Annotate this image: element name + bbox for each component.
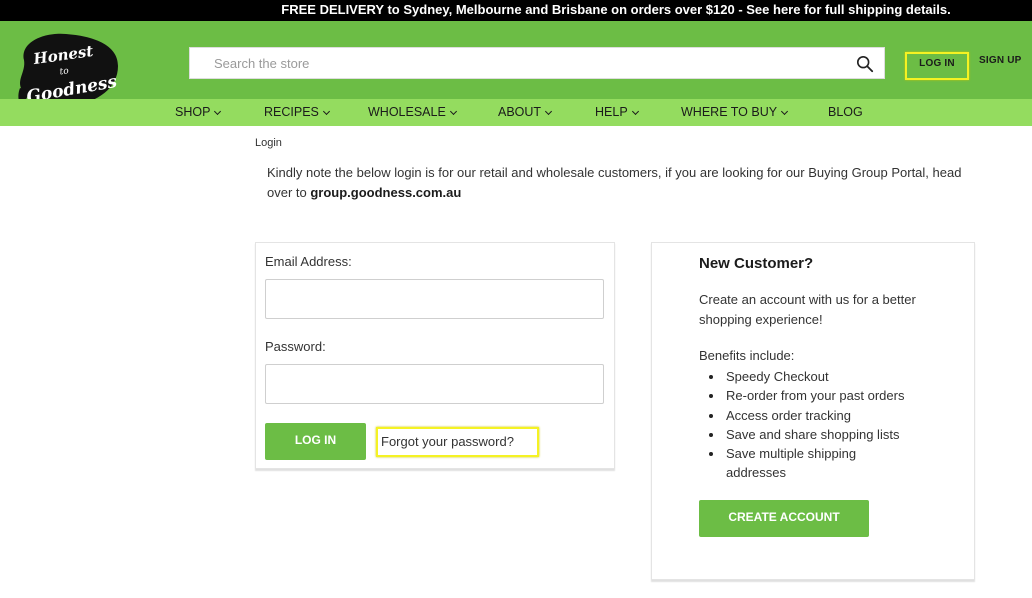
chevron-down-icon — [781, 107, 789, 116]
nav-item-wholesale[interactable]: WHOLESALE — [368, 105, 457, 119]
search-bar[interactable] — [189, 47, 885, 79]
buying-group-link[interactable]: group.goodness.com.au — [310, 185, 461, 200]
password-field[interactable] — [265, 364, 604, 404]
breadcrumb-current: Login — [255, 137, 282, 149]
chevron-down-icon — [449, 107, 457, 116]
nav-label: HELP — [595, 105, 628, 119]
create-account-label: CREATE ACCOUNT — [728, 510, 840, 524]
nav-label: ABOUT — [498, 105, 542, 119]
email-label: Email Address: — [265, 254, 352, 269]
search-icon[interactable] — [856, 55, 874, 73]
login-button-label: LOG IN — [294, 433, 337, 447]
new-customer-card: New Customer? Create an account with us … — [651, 242, 975, 580]
header-login-link[interactable]: LOG IN — [905, 52, 969, 80]
benefit-item: Save multiple shipping addresses — [709, 444, 899, 483]
login-button[interactable]: LOG IN — [265, 423, 366, 460]
nav-item-about[interactable]: ABOUT — [498, 105, 553, 119]
main-nav: SHOP RECIPES WHOLESALE ABOUT HELP WHERE … — [0, 99, 1032, 126]
site-header: Honest to Goodness LOG IN SIGN UP — [0, 21, 1032, 110]
header-signup-link[interactable]: SIGN UP — [979, 55, 1022, 66]
forgot-password-label: Forgot your password? — [381, 434, 514, 449]
nav-label: WHERE TO BUY — [681, 105, 778, 119]
nav-item-shop[interactable]: SHOP — [175, 105, 222, 119]
nav-item-blog[interactable]: BLOG — [828, 105, 863, 119]
new-customer-title: New Customer? — [699, 255, 814, 272]
header-login-label: LOG IN — [919, 58, 955, 69]
nav-label: WHOLESALE — [368, 105, 446, 119]
nav-label: SHOP — [175, 105, 211, 119]
password-label: Password: — [265, 339, 326, 354]
chevron-down-icon — [545, 107, 553, 116]
nav-item-help[interactable]: HELP — [595, 105, 639, 119]
chevron-down-icon — [214, 107, 222, 116]
nav-label: RECIPES — [264, 105, 319, 119]
benefit-item: Save and share shopping lists — [709, 425, 959, 444]
email-field[interactable] — [265, 279, 604, 319]
benefit-item: Speedy Checkout — [709, 367, 959, 386]
forgot-password-link[interactable]: Forgot your password? — [376, 427, 539, 457]
nav-item-where-to-buy[interactable]: WHERE TO BUY — [681, 105, 789, 119]
new-customer-description: Create an account with us for a better s… — [699, 292, 916, 327]
search-input[interactable] — [214, 48, 854, 78]
benefits-list: Speedy Checkout Re-order from your past … — [709, 367, 959, 483]
chevron-down-icon — [322, 107, 330, 116]
header-signup-label: SIGN UP — [979, 55, 1022, 66]
promo-text[interactable]: FREE DELIVERY to Sydney, Melbourne and B… — [281, 2, 950, 17]
benefit-item: Re-order from your past orders — [709, 386, 959, 405]
login-card: Email Address: Password: LOG IN Forgot y… — [255, 242, 615, 469]
create-account-button[interactable]: CREATE ACCOUNT — [699, 500, 869, 537]
benefits-label: Benefits include: — [699, 348, 795, 363]
promo-bar[interactable]: FREE DELIVERY to Sydney, Melbourne and B… — [0, 0, 1032, 21]
login-notice: Kindly note the below login is for our r… — [267, 163, 987, 203]
chevron-down-icon — [631, 107, 639, 116]
breadcrumb: Login — [255, 137, 282, 149]
nav-item-recipes[interactable]: RECIPES — [264, 105, 330, 119]
nav-label: BLOG — [828, 105, 863, 119]
benefit-item: Access order tracking — [709, 406, 959, 425]
